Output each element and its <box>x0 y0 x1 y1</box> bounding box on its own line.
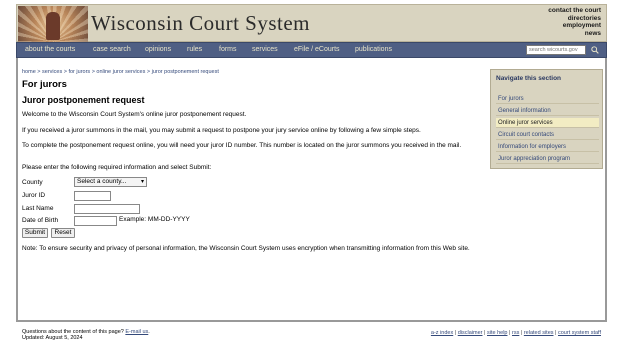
footer-contact: Questions about the content of this page… <box>22 329 150 341</box>
wisconsin-seal-logo[interactable] <box>18 6 88 42</box>
nav-forms[interactable]: forms <box>219 46 237 53</box>
nav-opinions[interactable]: opinions <box>145 46 171 53</box>
page-subheading: Juror postponement request <box>22 95 145 105</box>
summons-text: If you received a juror summons in the m… <box>22 127 421 134</box>
sidebar-item-juror-appreciation-program[interactable]: Juror appreciation program <box>496 154 599 164</box>
juror-id-label: Juror ID <box>22 192 46 199</box>
welcome-text: Welcome to the Wisconsin Court System's … <box>22 111 247 118</box>
reset-button[interactable]: Reset <box>51 228 75 238</box>
last-name-field[interactable] <box>74 204 140 214</box>
sidebar-item-general-information[interactable]: General information <box>496 106 599 116</box>
section-sidebar: Navigate this section For jurors General… <box>490 69 603 169</box>
juror-id-field[interactable] <box>74 191 111 201</box>
rss-link[interactable]: rss <box>512 330 519 336</box>
a-z-index-link[interactable]: a-z index <box>431 330 453 336</box>
nav-publications[interactable]: publications <box>355 46 392 53</box>
page-title: For jurors <box>22 79 67 90</box>
sidebar-item-for-jurors[interactable]: For jurors <box>496 94 599 104</box>
updated-date: Updated: August 5, 2024 <box>22 335 83 341</box>
utility-links: contact the court directories employment… <box>548 7 601 37</box>
search-input[interactable] <box>526 45 586 55</box>
news-link[interactable]: news <box>548 30 601 38</box>
sidebar-item-circuit-court-contacts[interactable]: Circuit court contacts <box>496 130 599 140</box>
contact-the-court-link[interactable]: contact the court <box>548 7 601 15</box>
related-sites-link[interactable]: related sites <box>524 330 554 336</box>
nav-efile-ecourts[interactable]: eFile / eCourts <box>294 46 340 53</box>
dob-field[interactable] <box>74 216 117 226</box>
disclaimer-link[interactable]: disclaimer <box>458 330 483 336</box>
email-us-link[interactable]: E-mail us <box>125 329 148 335</box>
breadcrumb[interactable]: home > services > for jurors > online ju… <box>22 69 219 75</box>
directories-link[interactable]: directories <box>548 15 601 23</box>
nav-services[interactable]: services <box>252 46 278 53</box>
county-select-value: Select a county... <box>77 178 127 185</box>
county-label: County <box>22 179 43 186</box>
juror-id-text: To complete the postponement request onl… <box>22 142 462 149</box>
encryption-note: Note: To ensure security and privacy of … <box>22 245 470 252</box>
site-help-link[interactable]: site help <box>487 330 508 336</box>
sidebar-item-online-juror-services[interactable]: Online juror services <box>496 118 599 128</box>
site-header: Wisconsin Court System contact the court… <box>16 4 607 42</box>
submit-button[interactable]: Submit <box>22 228 48 238</box>
sidebar-item-information-for-employers[interactable]: Information for employers <box>496 142 599 152</box>
last-name-label: Last Name <box>22 205 54 212</box>
seal-figure <box>46 12 60 40</box>
chevron-down-icon: ▾ <box>140 179 144 185</box>
main-nav: about the courts case search opinions ru… <box>16 42 607 58</box>
site-title[interactable]: Wisconsin Court System <box>91 11 310 36</box>
nav-case-search[interactable]: case search <box>93 46 131 53</box>
county-select[interactable]: Select a county... ▾ <box>74 177 147 187</box>
nav-rules[interactable]: rules <box>187 46 202 53</box>
sidebar-title: Navigate this section <box>496 75 562 82</box>
dob-hint: Example: MM-DD-YYYY <box>119 216 190 223</box>
search-icon[interactable] <box>591 46 599 54</box>
instructions-text: Please enter the following required info… <box>22 164 212 171</box>
court-system-staff-link[interactable]: court system staff <box>558 330 601 336</box>
dob-label: Date of Birth <box>22 217 59 224</box>
footer-links: a-z index | disclaimer | site help | rss… <box>431 330 601 336</box>
nav-about-the-courts[interactable]: about the courts <box>25 46 75 53</box>
employment-link[interactable]: employment <box>548 22 601 30</box>
